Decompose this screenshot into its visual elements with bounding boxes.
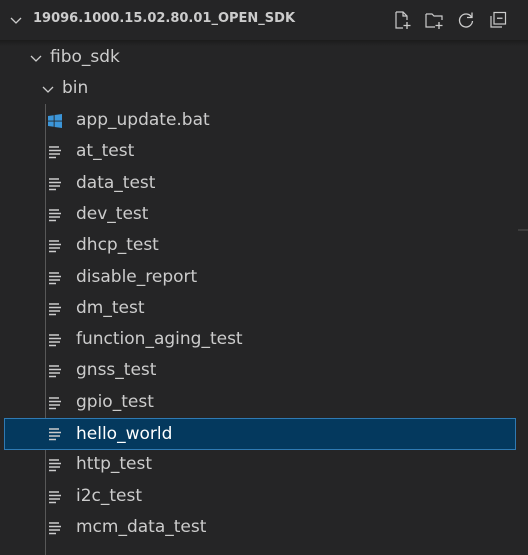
file-row[interactable]: gpio_test	[0, 387, 528, 418]
collapse-all-button[interactable]	[486, 8, 510, 32]
file-label: dhcp_test	[76, 235, 159, 255]
file-row[interactable]: gnss_test	[0, 355, 528, 386]
file-row[interactable]: app_update.bat	[0, 105, 528, 136]
chevron-down-icon[interactable]	[8, 12, 24, 28]
windows-icon	[48, 113, 62, 128]
text-file-icon	[49, 428, 61, 441]
file-row[interactable]: function_aging_test	[0, 324, 528, 355]
new-folder-button[interactable]	[422, 8, 446, 32]
folder-label: bin	[62, 78, 89, 98]
file-row[interactable]: disable_report	[0, 262, 528, 293]
file-label: gpio_test	[76, 392, 154, 412]
explorer-panel: 19096.1000.15.02.80.01_OPEN_SDK fibo_sdk…	[0, 0, 528, 555]
text-file-icon	[49, 364, 61, 377]
file-label: mcm_data_test	[76, 517, 207, 537]
chevron-down-icon	[30, 55, 42, 62]
file-label: at_test	[76, 141, 135, 161]
file-row[interactable]: i2c_test	[0, 481, 528, 512]
text-file-icon	[49, 208, 61, 221]
file-label: hello_world	[76, 423, 173, 444]
file-label: gnss_test	[76, 360, 157, 380]
file-row[interactable]: hello_world	[4, 418, 516, 450]
tree-folder-fibo-sdk[interactable]: fibo_sdk	[0, 42, 528, 73]
collapse-all-icon	[490, 11, 507, 28]
file-label: app_update.bat	[76, 110, 210, 130]
file-row[interactable]: mcm_data_test	[0, 512, 528, 543]
refresh-button[interactable]	[454, 8, 478, 32]
text-file-icon	[49, 333, 61, 346]
file-row[interactable]: data_test	[0, 168, 528, 199]
file-label: function_aging_test	[76, 329, 243, 349]
refresh-icon	[458, 12, 474, 28]
file-label: dev_test	[76, 204, 149, 224]
file-label: disable_report	[76, 267, 198, 287]
file-label: dm_test	[76, 298, 145, 318]
tree-folder-bin[interactable]: bin	[0, 73, 528, 104]
text-file-icon	[49, 490, 61, 503]
text-file-icon	[49, 458, 61, 471]
new-file-icon	[395, 11, 411, 29]
file-row[interactable]: dev_test	[0, 199, 528, 230]
text-file-icon	[49, 239, 61, 252]
file-row[interactable]: at_test	[0, 136, 528, 167]
explorer-section-header[interactable]: 19096.1000.15.02.80.01_OPEN_SDK	[0, 0, 528, 40]
folder-label: fibo_sdk	[50, 47, 120, 67]
new-file-button[interactable]	[390, 8, 414, 32]
header-actions	[390, 8, 510, 32]
text-file-icon	[49, 521, 61, 534]
text-file-icon	[49, 302, 61, 315]
file-label: data_test	[76, 173, 156, 193]
file-row[interactable]: dm_test	[0, 293, 528, 324]
text-file-icon	[49, 396, 61, 409]
new-folder-icon	[425, 13, 443, 29]
file-row[interactable]: dhcp_test	[0, 230, 528, 261]
chevron-down-icon	[42, 86, 54, 93]
file-label: http_test	[76, 454, 153, 474]
text-file-icon	[49, 145, 61, 158]
text-file-icon	[49, 177, 61, 190]
section-title: 19096.1000.15.02.80.01_OPEN_SDK	[33, 11, 296, 26]
file-label: i2c_test	[76, 486, 143, 506]
file-row[interactable]: http_test	[0, 449, 528, 480]
text-file-icon	[49, 271, 61, 284]
